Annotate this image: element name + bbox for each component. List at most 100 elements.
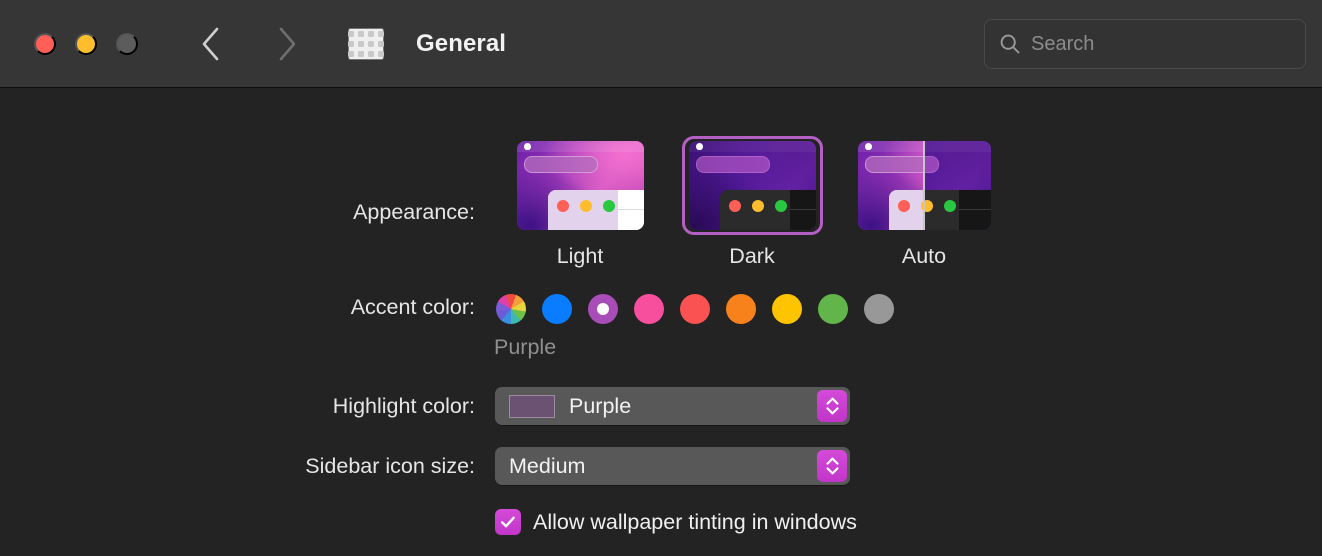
minimize-button[interactable] [75, 33, 97, 55]
accent-swatch-multicolor[interactable] [496, 294, 526, 324]
window-preview [888, 190, 924, 230]
zoom-dot-preview [602, 200, 615, 212]
grid-cell [348, 41, 354, 47]
auto-dark-half [924, 141, 991, 230]
traffic-lights [34, 33, 138, 55]
accent-color-value: Purple [494, 335, 557, 359]
minimize-dot-preview [579, 200, 592, 212]
apple-logo-icon [523, 143, 531, 150]
appearance-option-light[interactable]: Light [494, 136, 666, 269]
zoom-dot-preview [943, 200, 956, 212]
notification-preview [523, 156, 598, 173]
divider-preview [789, 209, 816, 210]
general-settings-panel: Appearance: Light Dark Auto Accent color… [0, 89, 1322, 556]
chevron-up-down-icon [825, 457, 839, 475]
sidebar-icon-size-value: Medium [509, 454, 586, 478]
close-dot-preview [728, 200, 741, 212]
appearance-thumb-auto [857, 141, 991, 230]
appearance-label-dark: Dark [729, 244, 775, 268]
grid-cell [378, 41, 384, 47]
appearance-options: Light Dark Auto [494, 136, 1010, 269]
accent-swatch-pink[interactable] [634, 294, 664, 324]
appearance-thumb-light-frame[interactable] [510, 136, 651, 235]
wallpaper-tinting-row[interactable]: Allow wallpaper tinting in windows [495, 509, 857, 535]
wallpaper-tinting-label: Allow wallpaper tinting in windows [533, 510, 857, 534]
chevron-right-icon [279, 27, 296, 61]
appearance-option-dark[interactable]: Dark [666, 136, 838, 269]
auto-split-preview [857, 141, 991, 230]
accent-swatch-purple[interactable] [588, 294, 618, 324]
window-preview [719, 190, 816, 230]
grid-cell [358, 41, 364, 47]
search-input[interactable] [1031, 32, 1296, 56]
window-preview [547, 190, 644, 230]
highlight-color-value: Purple [569, 394, 632, 418]
highlight-color-stepper[interactable] [817, 390, 847, 422]
sidebar-icon-size-label: Sidebar icon size: [305, 454, 475, 478]
accent-swatch-graphite[interactable] [864, 294, 894, 324]
page-title: General [416, 30, 507, 57]
close-button[interactable] [34, 33, 56, 55]
system-preferences-window: General Appearance: [0, 0, 1322, 556]
notification-preview [864, 156, 924, 173]
appearance-thumb-light [516, 141, 644, 230]
apple-logo-icon [864, 143, 872, 150]
highlight-color-label: Highlight color: [332, 394, 475, 418]
traffic-lights-preview [924, 200, 956, 212]
window-preview [924, 190, 991, 230]
minimize-dot-preview [924, 200, 933, 212]
navigation-arrows [190, 22, 308, 66]
auto-dark-inner [924, 141, 991, 230]
divider-preview [958, 209, 991, 210]
accent-swatch-red[interactable] [680, 294, 710, 324]
apple-logo-icon [695, 143, 703, 150]
appearance-label: Appearance: [353, 200, 475, 224]
checkmark-icon [501, 516, 515, 528]
notification-preview [695, 156, 770, 173]
grid-cell [348, 51, 354, 57]
chevron-left-icon [202, 27, 219, 61]
search-field[interactable] [984, 19, 1306, 69]
traffic-lights-preview [556, 200, 615, 212]
sidebar-icon-size-stepper[interactable] [817, 450, 847, 482]
appearance-option-auto[interactable]: Auto [838, 136, 1010, 269]
close-dot-preview [556, 200, 569, 212]
accent-selected-indicator [597, 303, 609, 315]
grid-view-icon[interactable] [348, 28, 384, 60]
grid-cell [368, 41, 374, 47]
auto-light-inner [857, 141, 924, 230]
grid-cell [348, 31, 354, 37]
window-toolbar: General [0, 0, 1322, 88]
zoom-button[interactable] [116, 33, 138, 55]
back-button[interactable] [190, 22, 232, 66]
accent-color-label: Accent color: [350, 295, 475, 319]
accent-color-swatches [496, 294, 894, 324]
grid-cell [368, 51, 374, 57]
sidebar-icon-size-popup[interactable]: Medium [495, 447, 850, 485]
accent-swatch-green[interactable] [818, 294, 848, 324]
grid-cell [358, 51, 364, 57]
forward-button[interactable] [266, 22, 308, 66]
wallpaper-tinting-checkbox[interactable] [495, 509, 521, 535]
traffic-lights-preview [897, 200, 924, 212]
appearance-label-auto: Auto [901, 244, 947, 268]
minimize-dot-preview [751, 200, 764, 212]
menubar-preview [516, 141, 644, 152]
auto-light-half [857, 141, 924, 230]
accent-swatch-blue[interactable] [542, 294, 572, 324]
grid-cell [378, 31, 384, 37]
highlight-color-popup[interactable]: Purple [495, 387, 850, 425]
auto-split-divider [923, 141, 925, 230]
divider-preview [617, 209, 644, 210]
menubar-preview [688, 141, 816, 152]
appearance-thumb-auto-frame[interactable] [851, 136, 998, 235]
search-icon [1000, 34, 1020, 54]
accent-swatch-yellow[interactable] [772, 294, 802, 324]
highlight-color-chip [509, 394, 555, 418]
appearance-thumb-dark-frame[interactable] [681, 136, 823, 235]
appearance-thumb-dark [688, 141, 816, 230]
zoom-dot-preview [774, 200, 787, 212]
accent-swatch-orange[interactable] [726, 294, 756, 324]
close-dot-preview [897, 200, 910, 212]
grid-cell [368, 31, 374, 37]
